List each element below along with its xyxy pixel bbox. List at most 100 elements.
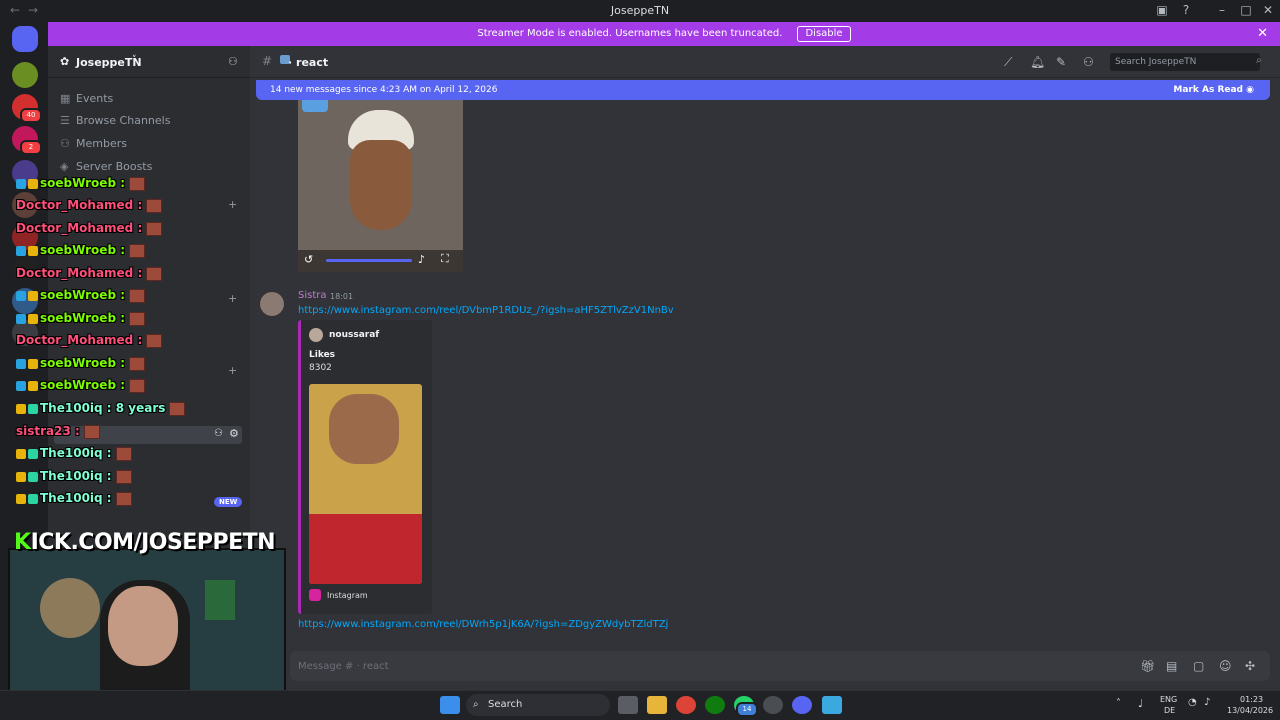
whatsapp-icon[interactable]: 14 [734,696,758,717]
add-channel-icon[interactable]: + [228,364,237,377]
discord-taskbar-icon[interactable] [792,696,812,714]
emoji-icon[interactable]: ☺ [1219,659,1232,673]
language-indicator[interactable]: ENG [1160,695,1177,704]
task-view-icon[interactable] [618,696,638,714]
channel-name-text: react [296,56,329,69]
new-messages-bar[interactable]: 14 new messages since 4:23 AM on April 1… [256,80,1270,100]
add-member-icon[interactable]: ⚇ [228,55,238,68]
chat-badge-icon [16,290,26,301]
chat-emote-icon [129,356,146,371]
overlay-chat-line: Doctor_Mohamed : [16,221,163,241]
inbox-icon[interactable]: ▣ [1152,3,1172,17]
add-channel-icon[interactable]: + [228,198,237,211]
microphone-icon[interactable]: ♩ [1138,697,1143,710]
video-attachment[interactable]: ↺ ♪ ⛶ [298,100,463,272]
overlay-chat-line: soebWroeb : [16,356,146,376]
search-input[interactable]: Search JoseppeTN [1110,53,1260,71]
fullscreen-icon[interactable]: ⛶ [441,252,449,266]
server-icon-3[interactable]: 2 [12,126,42,155]
overlay-chat-line: The100iq : [16,469,132,489]
disable-button[interactable]: Disable [797,26,851,42]
pin-icon[interactable]: ✎ [1056,55,1066,69]
server-icon-2[interactable]: 40 [12,94,42,123]
volume-icon[interactable]: ♪ [418,253,425,266]
wifi-icon[interactable]: ◔ [1188,697,1197,708]
streamer-mode-banner: Streamer Mode is enabled. Usernames have… [48,22,1280,46]
apps-icon[interactable]: ✣ [1245,659,1255,673]
maximize-icon[interactable]: □ [1236,3,1256,17]
chat-badge-icon [16,178,26,189]
invite-icon[interactable]: ⚇ [214,428,223,439]
overlay-chat-user: soebWroeb : [40,378,126,392]
mark-as-read-button[interactable]: Mark As Read ◉ [1173,85,1254,95]
sidebar-item-label: Members [76,137,127,150]
sidebar-item-label: Events [76,92,114,105]
embed-author[interactable]: noussaraf [329,330,379,340]
notepad-icon[interactable] [822,696,842,714]
chat-emote-icon [146,221,163,236]
embed-author-avatar [309,328,323,342]
discord-home-icon[interactable] [12,26,38,52]
chat-emote-icon [115,446,132,461]
chat-emote-icon [146,266,163,281]
member-list-icon[interactable]: ⚇ [1083,55,1094,69]
volume-icon[interactable]: ♪ [1204,697,1210,708]
overlay-chat-user: soebWroeb : [40,176,126,190]
sidebar-item-browse-channels[interactable]: ☰ Browse Channels [60,114,170,134]
avatar[interactable] [260,292,284,316]
overlay-chat-user: Doctor_Mohamed : [16,221,143,235]
taskbar-search[interactable]: ⌕ Search [466,694,610,716]
message-input[interactable]: Message # · react [298,661,389,672]
video-controls: ↺ ♪ ⛶ [298,250,463,272]
gif-icon[interactable]: ▤ [1166,659,1177,673]
embed-description: 8302 [309,363,332,373]
steam-icon[interactable] [763,696,783,714]
close-icon[interactable]: ✕ [1257,26,1268,41]
minimize-icon[interactable]: – [1212,3,1232,17]
message-link[interactable]: https://www.instagram.com/reel/DVbmP1RDU… [298,305,674,316]
sticker-icon[interactable]: ▢ [1193,659,1204,673]
message-link[interactable]: https://www.instagram.com/reel/DWrh5p1jK… [298,619,668,630]
help-icon[interactable]: ? [1176,3,1196,17]
instagram-icon [309,589,321,601]
bell-icon[interactable]: 🔔︎ [1030,55,1045,69]
replay-icon[interactable]: ↺ [304,253,313,266]
add-channel-icon[interactable]: + [228,292,237,305]
chat-badge-icon [16,245,26,256]
chat-badge-icon [28,471,38,482]
windows-start-icon[interactable] [440,696,460,714]
webcam-streamer [108,586,178,666]
message-timestamp: 18:01 [330,292,354,301]
message-composer[interactable]: Message # · react 🎁︎ ▤ ▢ ☺ ✣ [290,651,1270,681]
chrome-icon[interactable] [676,696,696,714]
server-icon-1[interactable] [12,62,38,88]
embed-title: Likes [309,350,336,360]
chat-badge-icon [16,471,26,482]
gift-icon[interactable]: 🎁︎ [1140,659,1155,673]
clock-date[interactable]: 13/04/2026 [1227,706,1273,715]
sidebar-item-events[interactable]: ▦ Events [60,92,113,112]
overlay-chat-user: The100iq : [40,446,112,460]
overlay-chat-user: soebWroeb : [40,356,126,370]
guild-header[interactable]: ✿ JoseppeTN ˅ ⚇ [48,46,250,78]
chat-badge-icon [28,403,38,414]
close-window-icon[interactable]: ✕ [1258,3,1278,17]
overlay-chat-line: Doctor_Mohamed : [16,333,163,353]
chat-badge-icon [28,290,38,301]
keyboard-layout-indicator[interactable]: DE [1164,706,1175,715]
overlay-chat-user: Doctor_Mohamed : [16,198,143,212]
video-progress-bar[interactable] [326,259,412,262]
overlay-chat-line: sistra23 : [16,424,100,444]
message-author[interactable]: Sistra [298,290,327,301]
tray-chevron-icon[interactable]: ˄ [1116,698,1121,709]
xbox-icon[interactable] [705,696,725,714]
threads-icon[interactable]: ⟋ [1004,55,1012,70]
kick-url-text: ICK.COM/JOSEPPETN [30,530,276,555]
clock-time[interactable]: 01:23 [1240,695,1263,704]
embed-image[interactable] [309,384,422,584]
file-explorer-icon[interactable] [647,696,667,714]
sidebar-item-members[interactable]: ⚇ Members [60,137,127,157]
overlay-chat-line: The100iq : [16,491,132,511]
mark-as-read-label: Mark As Read [1173,85,1243,95]
gear-icon[interactable]: ⚙ [229,427,239,440]
